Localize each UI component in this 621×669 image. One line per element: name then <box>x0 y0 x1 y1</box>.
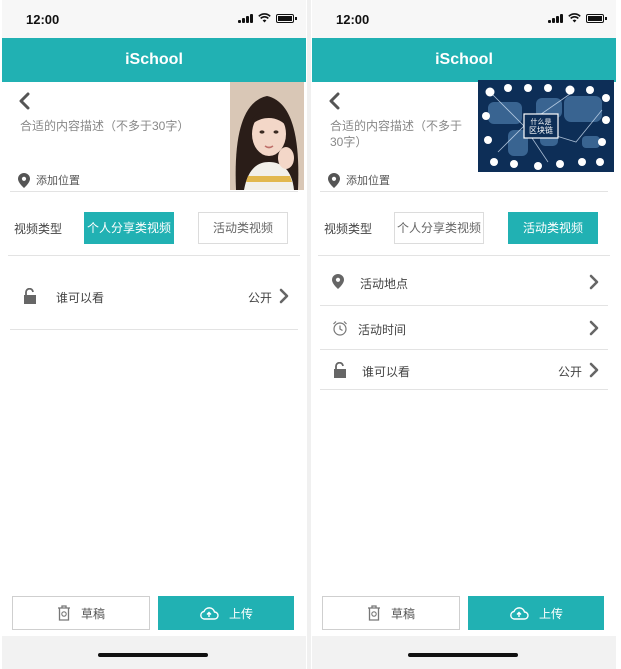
description-input[interactable]: 合适的内容描述（不多于30字） <box>20 118 220 134</box>
location-pin-icon <box>328 172 340 188</box>
upload-button[interactable]: 上传 <box>158 596 294 630</box>
save-draft-button[interactable]: 草稿 <box>12 596 150 630</box>
upload-button[interactable]: 上传 <box>468 596 604 630</box>
video-thumbnail-portrait[interactable] <box>230 82 304 190</box>
add-location-button[interactable]: 添加位置 <box>18 172 80 188</box>
chevron-right-icon <box>589 320 599 336</box>
battery-icon <box>586 13 607 23</box>
description-input[interactable]: 合适的内容描述（不多于 30字） <box>330 118 470 150</box>
status-icons <box>548 13 607 23</box>
home-indicator <box>312 636 616 669</box>
blockchain-thumbnail-image: 什么是 区块链 <box>478 80 614 172</box>
thumbnail-caption-line-1: 什么是 <box>531 117 552 126</box>
compose-area: 合适的内容描述（不多于30字） 添加位置 <box>10 82 304 192</box>
location-pin-icon <box>18 172 30 188</box>
lock-icon <box>334 362 346 378</box>
phone-screen-activity: 12:00 iSchool 合适的内容描述（不多于 30字） 添加位置 什么是 … <box>312 0 616 669</box>
video-type-selector: 视频类型 个人分享类视频 活动类视频 <box>8 192 300 256</box>
video-thumbnail-blockchain[interactable]: 什么是 区块链 <box>478 80 614 172</box>
action-bar: 草稿 上传 <box>312 596 616 630</box>
description-line-2: 30字） <box>330 135 368 149</box>
type-option-personal[interactable]: 个人分享类视频 <box>394 212 484 244</box>
add-location-button[interactable]: 添加位置 <box>328 172 390 188</box>
status-icons <box>238 13 297 23</box>
visibility-row[interactable]: 谁可以看 公开 <box>10 264 298 330</box>
save-draft-button[interactable]: 草稿 <box>322 596 460 630</box>
screen-divider <box>307 0 311 669</box>
cloud-upload-icon <box>200 607 219 620</box>
status-time: 12:00 <box>26 12 60 27</box>
chevron-right-icon <box>589 274 599 290</box>
compose-area: 合适的内容描述（不多于 30字） 添加位置 什么是 区块链 <box>320 80 614 192</box>
add-location-label: 添加位置 <box>346 175 390 187</box>
visibility-label: 谁可以看 <box>56 291 105 305</box>
lock-icon <box>24 288 36 304</box>
back-arrow-icon[interactable] <box>326 92 344 110</box>
status-bar: 12:00 <box>312 0 616 38</box>
description-line-1: 合适的内容描述（不多于 <box>330 119 463 133</box>
chevron-right-icon <box>279 288 289 304</box>
draft-trash-icon <box>57 605 70 621</box>
wifi-icon <box>568 13 581 23</box>
add-location-label: 添加位置 <box>36 175 80 187</box>
visibility-value: 公开 <box>247 291 272 305</box>
visibility-row[interactable]: 谁可以看 公开 <box>320 350 608 390</box>
visibility-value: 公开 <box>557 365 582 379</box>
cloud-upload-icon <box>510 607 529 620</box>
signal-icon <box>238 13 253 23</box>
alarm-clock-icon <box>333 321 347 336</box>
wifi-icon <box>258 13 271 23</box>
phone-screen-personal: 12:00 iSchool 合适的内容描述（不多于30字） 添加位置 视频类型 … <box>2 0 306 669</box>
type-option-activity[interactable]: 活动类视频 <box>508 212 598 244</box>
upload-label: 上传 <box>228 606 253 621</box>
chevron-right-icon <box>589 362 599 378</box>
video-type-selector: 视频类型 个人分享类视频 活动类视频 <box>318 192 610 256</box>
draft-trash-icon <box>367 605 380 621</box>
thumbnail-caption-line-2: 区块链 <box>529 125 553 135</box>
activity-time-row[interactable]: 活动时间 <box>320 306 608 350</box>
activity-location-row[interactable]: 活动地点 <box>320 256 608 306</box>
activity-location-label: 活动地点 <box>360 277 409 291</box>
draft-label: 草稿 <box>390 606 415 621</box>
portrait-thumbnail-image <box>230 82 304 190</box>
home-indicator <box>2 636 306 669</box>
video-type-label: 视频类型 <box>14 222 63 236</box>
signal-icon <box>548 13 563 23</box>
upload-label: 上传 <box>538 606 563 621</box>
app-title: iSchool <box>2 38 306 82</box>
action-bar: 草稿 上传 <box>2 596 306 630</box>
status-time: 12:00 <box>336 12 370 27</box>
back-arrow-icon[interactable] <box>16 92 34 110</box>
status-bar: 12:00 <box>2 0 306 38</box>
visibility-label: 谁可以看 <box>362 365 411 379</box>
battery-icon <box>276 13 297 23</box>
draft-label: 草稿 <box>80 606 105 621</box>
activity-time-label: 活动时间 <box>358 323 407 337</box>
app-title: iSchool <box>312 38 616 82</box>
location-pin-icon <box>332 274 344 289</box>
video-type-label: 视频类型 <box>324 222 373 236</box>
type-option-activity[interactable]: 活动类视频 <box>198 212 288 244</box>
type-option-personal[interactable]: 个人分享类视频 <box>84 212 174 244</box>
